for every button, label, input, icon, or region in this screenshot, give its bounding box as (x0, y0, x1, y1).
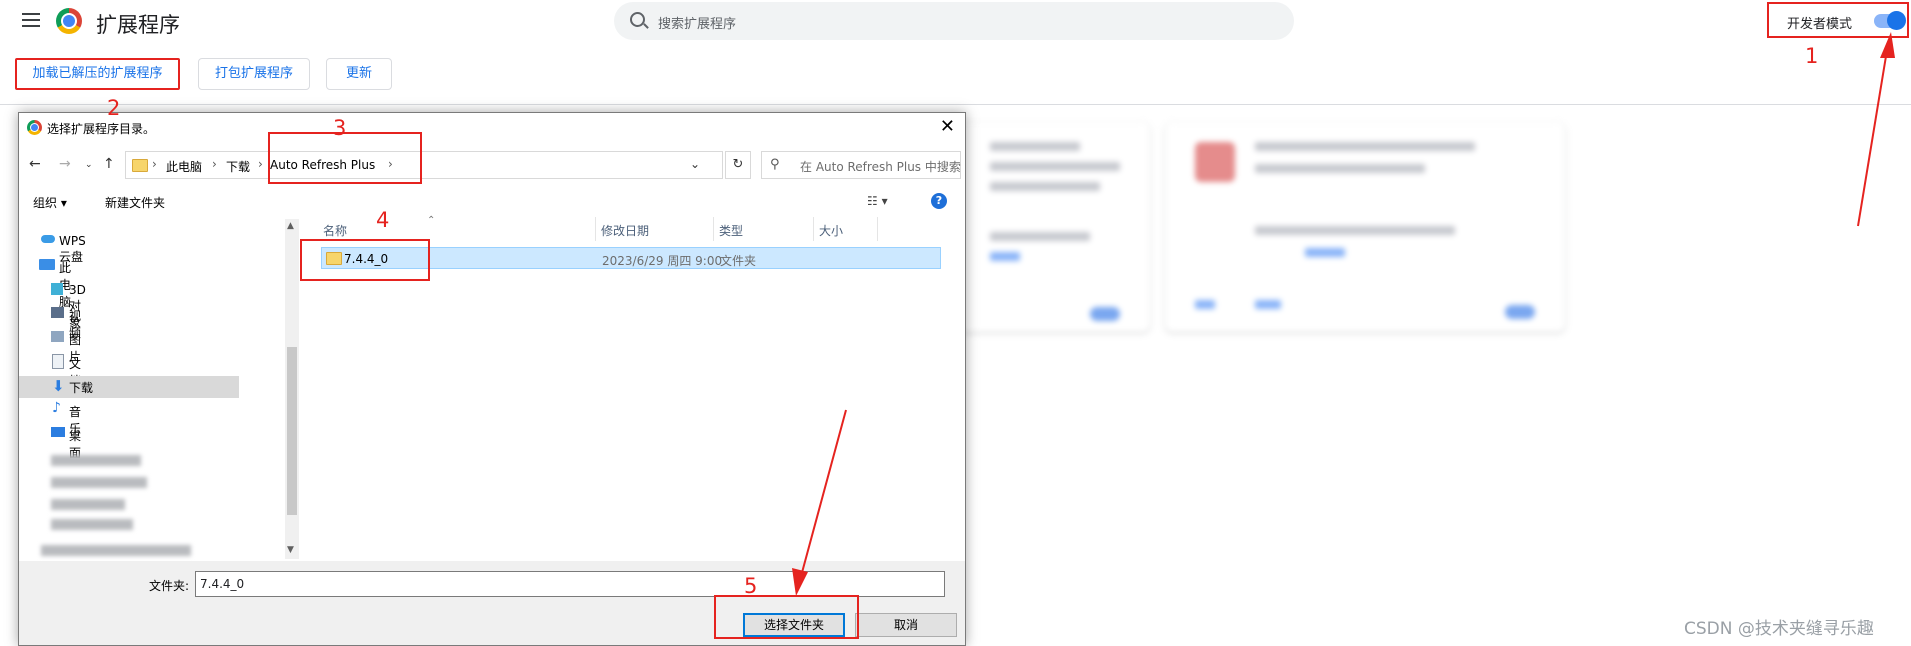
close-icon[interactable]: ✕ (940, 116, 955, 137)
recent-locations-icon[interactable]: ⌄ (85, 160, 93, 170)
annotation-1: 1 (1805, 44, 1819, 68)
blurred-nav-item (51, 519, 133, 530)
extension-cards-blurred (950, 122, 1570, 342)
developer-mode-label: 开发者模式 (1787, 17, 1853, 32)
chevron-down-icon[interactable]: ⌄ (690, 157, 700, 171)
music-icon: ♪ (52, 400, 61, 416)
annotation-4: 4 (376, 208, 390, 232)
file-type: 文件夹 (720, 254, 757, 268)
pack-extension-button[interactable]: 打包扩展程序 (198, 58, 310, 90)
blurred-nav-item (41, 545, 191, 556)
command-bar: 组织 ▾ 新建文件夹 ☷ ▾ ? (19, 187, 965, 217)
column-header: ⌃ 名称 修改日期 类型 大小 (301, 215, 963, 241)
column-size[interactable]: 大小 (819, 222, 843, 239)
extensions-search-box[interactable]: 搜索扩展程序 (614, 2, 1294, 40)
developer-mode-control: 开发者模式 (1767, 2, 1909, 38)
navigation-row: ← → ⌄ ↑ › 此电脑 › 下载 › Auto Refresh Plus ›… (19, 149, 965, 183)
extension-card (1165, 122, 1565, 332)
column-name[interactable]: 名称 (323, 222, 347, 239)
breadcrumb-downloads[interactable]: 下载 (226, 158, 250, 175)
blurred-nav-item (51, 477, 147, 488)
cloud-icon (41, 235, 55, 243)
back-arrow-icon[interactable]: ← (29, 156, 41, 172)
breadcrumb-this-pc[interactable]: 此电脑 (166, 158, 202, 175)
view-options-icon[interactable]: ☷ ▾ (867, 194, 888, 208)
search-placeholder: 搜索扩展程序 (658, 17, 737, 32)
load-unpacked-button[interactable]: 加载已解压的扩展程序 (15, 58, 180, 90)
file-name: 7.4.4_0 (344, 252, 389, 266)
cube-icon (51, 283, 63, 295)
computer-icon (39, 259, 55, 270)
sort-ascending-icon: ⌃ (427, 215, 436, 226)
download-icon: ⬇ (52, 377, 65, 395)
top-bar: 扩展程序 搜索扩展程序 开发者模式 (0, 0, 1911, 44)
folder-icon (326, 252, 342, 265)
document-icon (52, 354, 64, 369)
scroll-thumb[interactable] (287, 347, 297, 515)
file-row-7-4-4-0[interactable]: 7.4.4_0 2023/6/29 周四 9:00 文件夹 (321, 247, 941, 269)
folder-search-placeholder: 在 Auto Refresh Plus 中搜索 (800, 160, 961, 174)
search-icon (630, 12, 645, 27)
cancel-button[interactable]: 取消 (855, 613, 957, 637)
nav-item-label: 下载 (69, 381, 94, 395)
developer-mode-toggle[interactable] (1874, 11, 1906, 30)
folder-search-box[interactable]: ⚲ 在 Auto Refresh Plus 中搜索 (761, 151, 961, 179)
annotation-2: 2 (107, 96, 121, 120)
chevron-right-icon: › (152, 157, 157, 171)
help-icon[interactable]: ? (931, 193, 947, 209)
annotation-3: 3 (333, 116, 347, 140)
blurred-nav-item (51, 499, 125, 510)
file-list: ⌃ 名称 修改日期 类型 大小 7.4.4_0 2023/6/29 周四 9:0… (301, 215, 963, 561)
nav-scrollbar[interactable]: ▲ ▼ (285, 219, 299, 559)
dialog-title-bar: 选择扩展程序目录。 ✕ (19, 113, 965, 143)
navigation-pane: WPS云盘 此电脑 3D 对象 视频 图片 文档 ⬇ 下载 ♪ 音乐 (19, 219, 251, 559)
blurred-nav-item (51, 455, 141, 466)
folder-field-label: 文件夹: (149, 579, 190, 593)
forward-arrow-icon[interactable]: → (59, 156, 71, 172)
watermark: CSDN @技术夹缝寻乐趣 (1684, 619, 1874, 639)
dialog-footer: 文件夹: 7.4.4_0 选择文件夹 取消 (19, 561, 965, 645)
annotation-5: 5 (744, 574, 758, 598)
chevron-right-icon: › (258, 157, 263, 171)
dialog-title: 选择扩展程序目录。 (47, 122, 156, 136)
chevron-right-icon: › (212, 157, 217, 171)
chrome-logo-icon (56, 8, 82, 34)
select-folder-dialog: 选择扩展程序目录。 ✕ ← → ⌄ ↑ › 此电脑 › 下载 › Auto Re… (18, 112, 966, 646)
file-modified: 2023/6/29 周四 9:00 (602, 254, 723, 268)
update-button[interactable]: 更新 (326, 58, 392, 90)
select-folder-button[interactable]: 选择文件夹 (743, 613, 845, 637)
address-bar[interactable]: › 此电脑 › 下载 › Auto Refresh Plus › ⌄ (125, 151, 723, 179)
video-icon (51, 307, 64, 318)
page-title: 扩展程序 (96, 13, 180, 37)
developer-toolbar: 加载已解压的扩展程序 打包扩展程序 更新 (0, 44, 1911, 105)
folder-name-input[interactable]: 7.4.4_0 (195, 571, 945, 597)
picture-icon (51, 331, 64, 342)
organize-menu[interactable]: 组织 ▾ (33, 194, 67, 211)
breadcrumb-auto-refresh-plus[interactable]: Auto Refresh Plus (270, 158, 375, 172)
up-arrow-icon[interactable]: ↑ (103, 156, 115, 172)
search-icon: ⚲ (770, 157, 780, 172)
new-folder-button[interactable]: 新建文件夹 (105, 194, 165, 211)
hamburger-menu-icon[interactable] (22, 13, 40, 27)
scroll-down-icon[interactable]: ▼ (287, 545, 294, 555)
column-modified[interactable]: 修改日期 (601, 222, 649, 239)
folder-icon (132, 159, 148, 172)
scroll-up-icon[interactable]: ▲ (287, 221, 294, 231)
refresh-icon[interactable]: ↻ (725, 151, 751, 179)
desktop-icon (51, 427, 65, 437)
extension-card (950, 122, 1150, 332)
chrome-small-icon (27, 120, 42, 135)
column-type[interactable]: 类型 (719, 222, 743, 239)
chevron-right-icon: › (388, 157, 393, 171)
nav-item-downloads[interactable]: ⬇ 下载 (19, 376, 239, 398)
